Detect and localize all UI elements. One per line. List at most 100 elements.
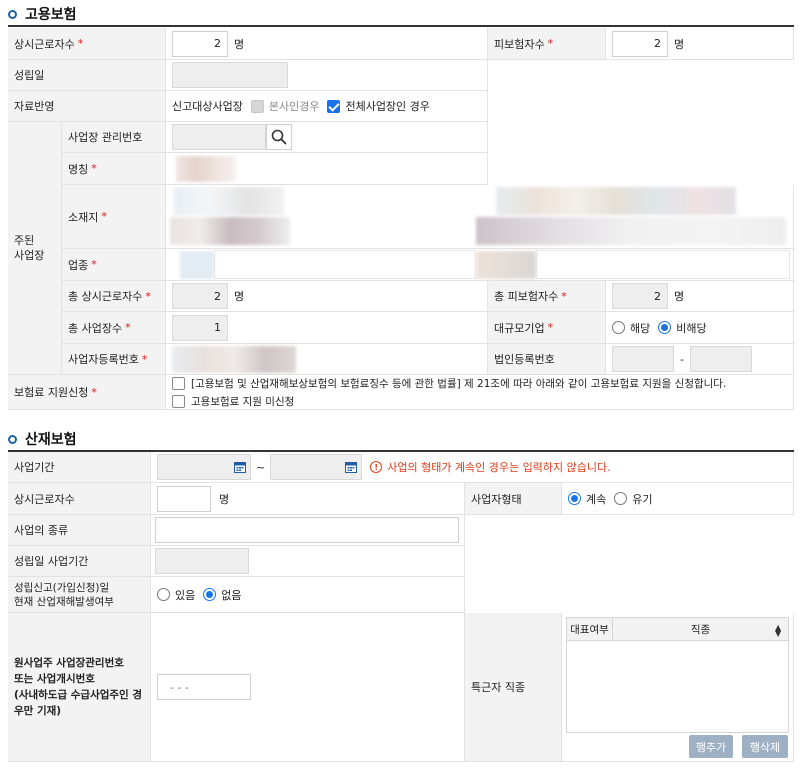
mgmt-no-label: 사업장 관리번호: [62, 122, 166, 153]
accident-no-radio[interactable]: [203, 588, 217, 601]
total-insured-label: 총 피보험자수 *: [488, 281, 606, 312]
main-site-label: 주된 사업장: [8, 122, 62, 375]
prime-contractor-input[interactable]: - - -: [157, 674, 251, 700]
address-redacted-3: [496, 187, 736, 215]
total-sites-input: 1: [172, 314, 228, 341]
job-grid-col-job[interactable]: 직종: [613, 618, 788, 641]
search-icon: [271, 129, 287, 145]
reflect-cell: 신고대상사업장 본사인경우 전체사업장인 경우: [166, 91, 488, 122]
total-insured-cell: 2 명: [606, 281, 794, 312]
name-cell: [166, 153, 488, 185]
insured-cell: 2 명: [606, 28, 794, 60]
founding-label: 성립일: [8, 60, 166, 91]
reflect-hq-label: 본사인경우: [268, 100, 320, 113]
period-cell: ~ ! 사업의 형태가 계속인 경우는 입력하지 않습니다.: [151, 452, 794, 483]
address-cell: [166, 185, 794, 249]
support-apply-label: [고용보험 및 산업재해보상보험의 보험료징수 등에 관한 법률] 제 21조에…: [191, 377, 727, 390]
biz-type-label: 사업의 종류: [8, 515, 151, 546]
workers-input[interactable]: 2: [172, 30, 228, 57]
support-none-checkbox[interactable]: [172, 394, 185, 408]
total-sites-cell: 1: [166, 312, 488, 344]
large-yes-radio[interactable]: [612, 321, 625, 334]
biz-reg-cell: [166, 344, 488, 375]
period-label: 사업기간: [8, 452, 151, 483]
biz-reg-redacted: [172, 346, 296, 373]
industrial-section-title: 산재보험: [8, 429, 77, 449]
insured-label: 피보험자수 *: [488, 28, 606, 60]
founding-input: [172, 62, 288, 88]
large-yes-label: 해당: [630, 321, 651, 335]
mgmt-no-input: [172, 124, 266, 150]
industry-input-2[interactable]: [536, 250, 790, 279]
special-worker-cell: 대표여부 직종 ▲ ▼ 행추가 행삭제: [562, 613, 794, 762]
form-fixed-label: 유기: [632, 492, 653, 506]
add-row-button[interactable]: 행추가: [689, 735, 733, 758]
insured-unit: 명: [674, 37, 685, 51]
name-redacted: [176, 156, 236, 182]
period-alert: ! 사업의 형태가 계속인 경우는 입력하지 않습니다.: [370, 459, 611, 475]
corp-reg-label: 법인등록번호: [488, 344, 606, 375]
founding-period-label: 성립일 사업기간: [8, 546, 151, 577]
large-no-label: 비해당: [676, 321, 707, 335]
alert-icon: !: [370, 461, 383, 473]
total-workers-cell: 2 명: [166, 281, 488, 312]
special-worker-label: 특근자 직종: [465, 613, 562, 762]
sort-down-icon[interactable]: ▼: [775, 629, 781, 638]
form-continue-radio[interactable]: [568, 492, 581, 505]
corp-reg-input-1: [612, 346, 674, 372]
biz-reg-label: 사업자등록번호 *: [62, 344, 166, 375]
job-grid: 대표여부 직종 ▲ ▼: [566, 617, 789, 733]
accident-no-label: 없음: [221, 588, 242, 602]
insured-input[interactable]: 2: [612, 30, 668, 57]
calendar-icon[interactable]: [345, 461, 358, 473]
job-grid-header: 대표여부 직종 ▲ ▼: [567, 618, 788, 641]
delete-row-button[interactable]: 행삭제: [742, 735, 788, 758]
ind-workers-cell: 명: [151, 483, 465, 515]
accident-yes-radio[interactable]: [157, 588, 170, 601]
biz-type-input[interactable]: [155, 517, 459, 543]
support-cell: [고용보험 및 산업재해보상보험의 보험료징수 등에 관한 법률] 제 21조에…: [166, 375, 794, 410]
calendar-icon[interactable]: [234, 461, 246, 473]
support-label: 보험료 지원신청 *: [8, 375, 166, 410]
search-button[interactable]: [266, 124, 292, 150]
reflect-label: 자료반영: [8, 91, 166, 122]
industry-redacted-2: [476, 251, 536, 279]
period-sep: ~: [256, 460, 266, 474]
total-workers-input: 2: [172, 283, 228, 309]
founding-cell: [166, 60, 488, 91]
section-bullet-icon: [8, 434, 17, 444]
form-continue-label: 계속: [586, 492, 607, 506]
total-sites-label: 총 사업장수 *: [62, 312, 166, 344]
founding-period-input: [155, 548, 249, 574]
accident-label: 성립신고(가입신청)일 현재 산업재해발생여부: [8, 577, 151, 613]
address-redacted-1: [174, 187, 284, 215]
mgmt-no-cell: [166, 122, 488, 153]
industry-redacted-1: [180, 251, 214, 279]
form-fixed-radio[interactable]: [614, 492, 628, 505]
industry-input-1[interactable]: [214, 250, 476, 279]
industry-cell: [166, 249, 794, 281]
address-redacted-2: [170, 217, 290, 245]
workers-unit: 명: [234, 37, 245, 51]
total-insured-input: 2: [612, 283, 668, 309]
corp-reg-cell: -: [606, 344, 794, 375]
prime-contractor-cell: - - -: [151, 613, 465, 762]
period-end-input[interactable]: [270, 454, 363, 480]
address-label: 소재지 *: [62, 185, 166, 249]
name-label: 명칭 *: [62, 153, 166, 185]
large-company-cell: 해당 비해당: [606, 312, 794, 344]
prime-contractor-label: 원사업주 사업장관리번호 또는 사업개시번호 (사내하도급 수급사업주인 경 우…: [8, 613, 151, 762]
corp-reg-sep: -: [680, 352, 684, 366]
support-apply-checkbox[interactable]: [172, 376, 185, 390]
ind-workers-unit: 명: [219, 492, 230, 506]
accident-yes-label: 있음: [175, 588, 196, 602]
total-insured-unit: 명: [674, 290, 685, 303]
period-start-input[interactable]: [157, 454, 251, 480]
reflect-prefix: 신고대상사업장: [172, 100, 243, 113]
large-no-radio[interactable]: [658, 321, 672, 334]
accident-cell: 있음 없음: [151, 577, 465, 613]
reflect-all-checkbox[interactable]: [327, 99, 341, 113]
section-rule: [8, 25, 794, 27]
ind-workers-input[interactable]: [157, 485, 211, 512]
job-grid-col-rep[interactable]: 대표여부: [567, 618, 613, 641]
